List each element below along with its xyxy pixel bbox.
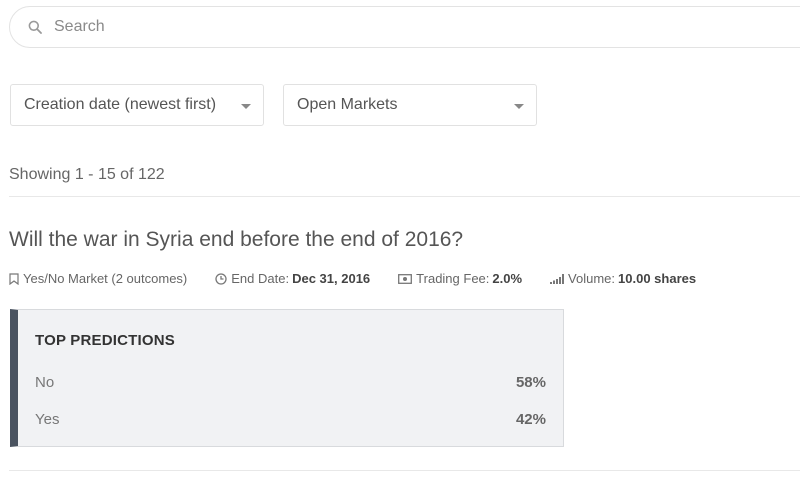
end-date-label: End Date: [231, 271, 290, 286]
volume-value: 10.00 shares [618, 271, 697, 286]
divider [9, 470, 800, 471]
market-meta: Yes/No Market (2 outcomes) End Date: Dec… [9, 271, 724, 286]
status-dropdown-value: Open Markets [297, 96, 398, 113]
results-count: Showing 1 - 15 of 122 [9, 166, 165, 183]
top-predictions-heading: TOP PREDICTIONS [35, 332, 175, 349]
sort-dropdown-value: Creation date (newest first) [24, 96, 217, 113]
market-title[interactable]: Will the war in Syria end before the end… [9, 228, 463, 252]
market-volume: Volume: 10.00 shares [550, 271, 696, 286]
prediction-label: No [35, 374, 55, 391]
trading-fee-value: 2.0% [492, 271, 523, 286]
market-trading-fee: Trading Fee: 2.0% [398, 271, 522, 286]
caret-down-icon [514, 104, 524, 109]
search-input[interactable] [52, 17, 656, 37]
prediction-row: Yes 42% [35, 411, 546, 428]
money-icon [398, 273, 413, 284]
divider [9, 196, 800, 197]
volume-label: Volume: [568, 271, 616, 286]
clock-icon [215, 272, 227, 285]
prediction-label: Yes [35, 411, 60, 428]
caret-down-icon [241, 104, 251, 109]
market-type-label: Yes/No Market (2 outcomes) [23, 271, 188, 286]
signal-bars-icon [550, 273, 565, 284]
prediction-percent: 58% [515, 374, 546, 391]
market-end-date: End Date: Dec 31, 2016 [215, 271, 370, 286]
status-dropdown[interactable]: Open Markets [283, 84, 537, 126]
prediction-row: No 58% [35, 374, 546, 391]
top-predictions-panel: TOP PREDICTIONS No 58% Yes 42% [10, 309, 564, 447]
prediction-percent: 42% [515, 411, 546, 428]
search-icon [28, 20, 42, 34]
trading-fee-label: Trading Fee: [416, 271, 490, 286]
market-type: Yes/No Market (2 outcomes) [9, 271, 187, 286]
bookmark-icon [9, 272, 19, 285]
sort-dropdown[interactable]: Creation date (newest first) [10, 84, 264, 126]
end-date-value: Dec 31, 2016 [292, 271, 371, 286]
search-bar[interactable] [9, 6, 800, 48]
